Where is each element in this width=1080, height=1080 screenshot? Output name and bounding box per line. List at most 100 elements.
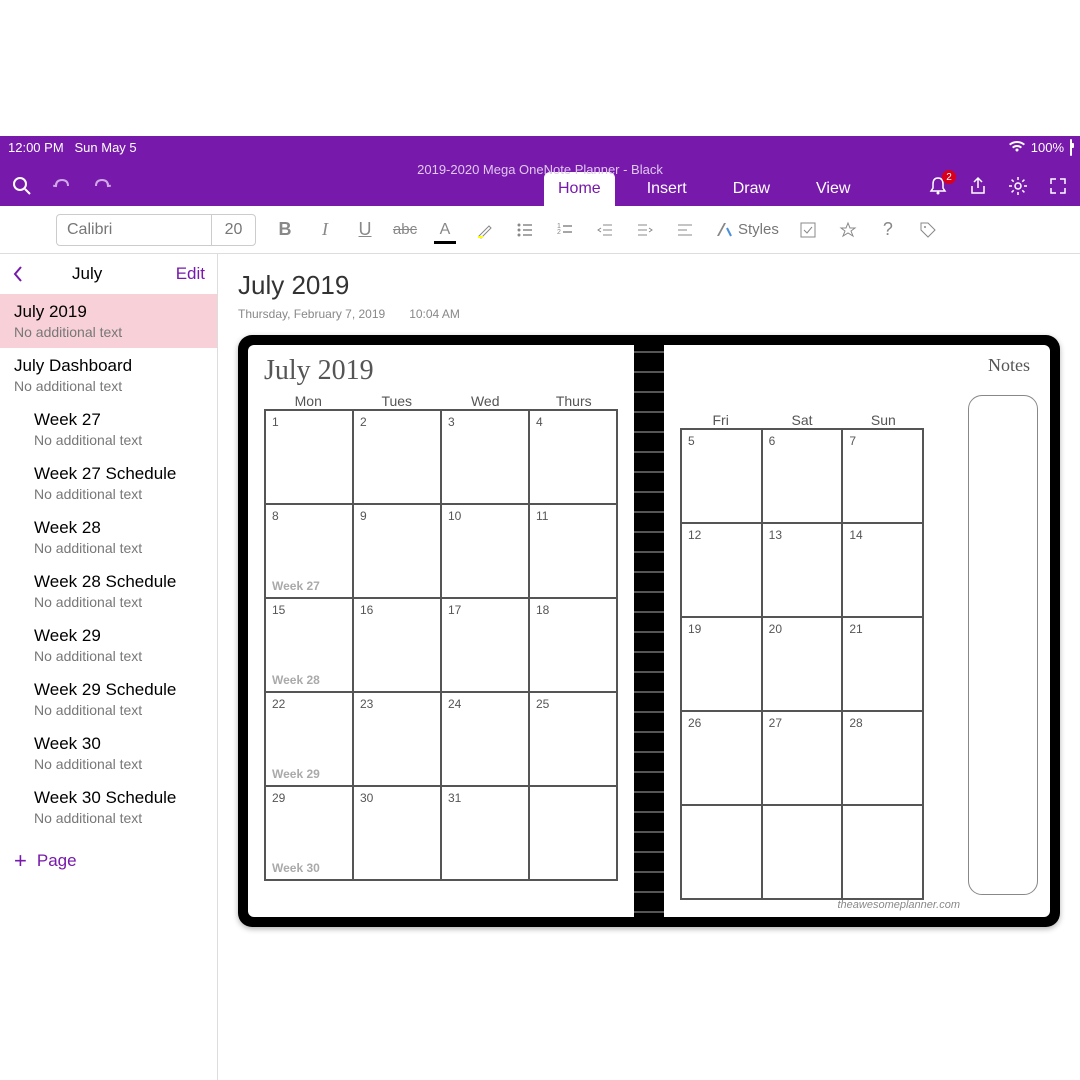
highlight-icon[interactable] (474, 219, 496, 241)
align-icon[interactable] (674, 219, 696, 241)
question-icon[interactable]: ? (877, 219, 899, 241)
search-icon[interactable] (12, 176, 32, 196)
brand-footer: theawesomeplanner.com (838, 899, 961, 911)
page-item-sub: No additional text (34, 648, 203, 664)
calendar-cell (529, 786, 617, 880)
calendar-cell: 23 (353, 692, 441, 786)
add-page-label: Page (37, 851, 77, 871)
bullets-icon[interactable] (514, 219, 536, 241)
page-item-sub: No additional text (34, 486, 203, 502)
plus-icon: + (14, 848, 27, 874)
day-header: Wed (441, 393, 530, 409)
page-item-sub: No additional text (34, 702, 203, 718)
bold-icon[interactable]: B (274, 219, 296, 241)
fullscreen-icon[interactable] (1048, 176, 1068, 196)
outdent-icon[interactable] (594, 219, 616, 241)
styles-icon[interactable]: Styles (714, 219, 779, 241)
page-item-name: Week 28 Schedule (34, 572, 203, 592)
sidebar-page-item[interactable]: Week 29No additional text (0, 618, 217, 672)
sidebar-page-item[interactable]: Week 28 Schedule No additional text (0, 564, 217, 618)
sidebar-page-item[interactable]: Week 27No additional text (0, 402, 217, 456)
page-item-name: July 2019 (14, 302, 203, 322)
day-header: Thurs (530, 393, 619, 409)
page-title[interactable]: July 2019 (238, 270, 1060, 301)
calendar-cell: 11 (529, 504, 617, 598)
page-item-name: July Dashboard (14, 356, 203, 376)
font-name[interactable]: Calibri (57, 221, 211, 239)
styles-label: Styles (738, 221, 779, 238)
calendar-cell: 18 (529, 598, 617, 692)
sidebar-page-item[interactable]: Week 28No additional text (0, 510, 217, 564)
calendar-cell: 14 (842, 523, 923, 617)
day-header: Mon (264, 393, 353, 409)
undo-icon[interactable] (52, 176, 72, 196)
planner-month-title: July 2019 (264, 355, 618, 387)
calendar-cell: 29Week 30 (265, 786, 353, 880)
back-icon[interactable] (12, 265, 24, 283)
page-list-sidebar: July Edit July 2019No additional textJul… (0, 254, 218, 1080)
page-item-sub: No additional text (34, 810, 203, 826)
sidebar-page-item[interactable]: Week 29 Schedule No additional text (0, 672, 217, 726)
tab-insert[interactable]: Insert (633, 172, 701, 206)
spiral-binding (634, 345, 664, 917)
edit-button[interactable]: Edit (176, 264, 205, 284)
share-icon[interactable] (968, 176, 988, 196)
calendar-cell: 3 (441, 410, 529, 504)
star-icon[interactable] (837, 219, 859, 241)
calendar-cell: 31 (441, 786, 529, 880)
svg-text:2: 2 (557, 229, 561, 236)
page-item-name: Week 29 Schedule (34, 680, 203, 700)
calendar-cell: 5 (681, 429, 762, 523)
sidebar-page-item[interactable]: July 2019No additional text (0, 294, 217, 348)
add-page-button[interactable]: + Page (0, 834, 217, 888)
sidebar-page-item[interactable]: July Dashboard No additional text (0, 348, 217, 402)
strikethrough-icon[interactable]: abc (394, 219, 416, 241)
tab-view[interactable]: View (802, 172, 864, 206)
battery-percent: 100% (1031, 140, 1064, 155)
page-item-sub: No additional text (14, 378, 203, 394)
numbering-icon[interactable]: 12 (554, 219, 576, 241)
battery-icon (1070, 140, 1072, 155)
wifi-icon (1009, 141, 1025, 153)
calendar-cell: 27 (762, 711, 843, 805)
font-color-icon[interactable]: A (434, 219, 456, 241)
calendar-cell: 2 (353, 410, 441, 504)
italic-icon[interactable]: I (314, 219, 336, 241)
calendar-cell: 24 (441, 692, 529, 786)
redo-icon[interactable] (92, 176, 112, 196)
page-item-name: Week 27 Schedule (34, 464, 203, 484)
calendar-cell: 22Week 29 (265, 692, 353, 786)
page-item-sub: No additional text (34, 594, 203, 610)
page-item-sub: No additional text (34, 540, 203, 556)
indent-icon[interactable] (634, 219, 656, 241)
app-titlebar: 2019-2020 Mega OneNote Planner - Black H… (0, 158, 1080, 206)
calendar-cell: 9 (353, 504, 441, 598)
calendar-cell (681, 805, 762, 899)
tag-icon[interactable] (917, 219, 939, 241)
page-item-name: Week 30 (34, 734, 203, 754)
tab-home[interactable]: Home (544, 172, 615, 206)
calendar-cell: 10 (441, 504, 529, 598)
font-selector[interactable]: Calibri 20 (56, 214, 256, 246)
page-item-name: Week 27 (34, 410, 203, 430)
page-canvas[interactable]: July 2019 Thursday, February 7, 2019 10:… (218, 254, 1080, 1080)
sidebar-page-item[interactable]: Week 27 Schedule No additional text (0, 456, 217, 510)
day-header: Sat (761, 412, 842, 428)
calendar-cell: 20 (762, 617, 843, 711)
calendar-cell (842, 805, 923, 899)
settings-icon[interactable] (1008, 176, 1028, 196)
underline-icon[interactable]: U (354, 219, 376, 241)
notifications-icon[interactable]: 2 (928, 176, 948, 196)
sidebar-page-item[interactable]: Week 30 ScheduleNo additional text (0, 780, 217, 834)
calendar-cell: 6 (762, 429, 843, 523)
planner-right-page: Notes FriSatSun 567121314192021262728 th… (664, 345, 1050, 917)
sidebar-page-item[interactable]: Week 30 No additional text (0, 726, 217, 780)
font-size[interactable]: 20 (211, 215, 255, 245)
section-title: July (72, 264, 102, 284)
planner-image: July 2019 MonTuesWedThurs 12348Week 2791… (238, 335, 1060, 927)
calendar-cell: 13 (762, 523, 843, 617)
page-item-sub: No additional text (34, 756, 203, 772)
todo-icon[interactable] (797, 219, 819, 241)
planner-left-page: July 2019 MonTuesWedThurs 12348Week 2791… (248, 345, 634, 917)
tab-draw[interactable]: Draw (719, 172, 784, 206)
